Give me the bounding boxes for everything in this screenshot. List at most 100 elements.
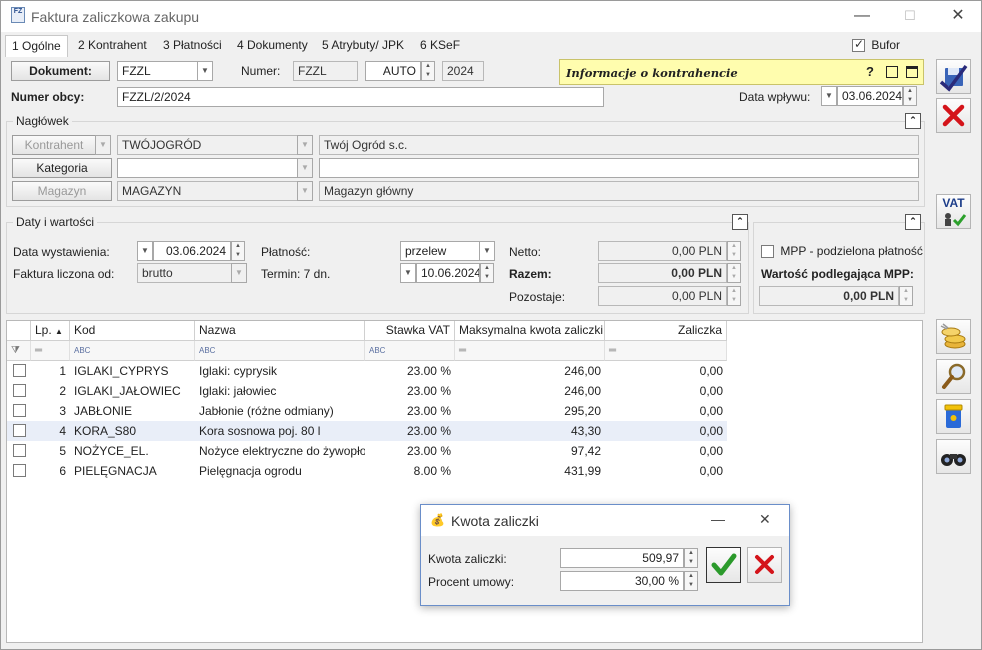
liczona-select[interactable]: brutto [137,263,233,283]
numer-spin-icon[interactable]: ▲ ▼ [421,61,435,81]
lp-header[interactable]: Lp. ▲ [31,321,70,341]
help-icon[interactable]: ? [866,64,874,79]
kategoria-chevron-icon[interactable]: ▼ [297,158,313,178]
nazwa-filter[interactable]: ABC [195,341,365,361]
platnosc-chevron-icon[interactable]: ▼ [479,241,495,261]
data-wplywu-dropdown-icon[interactable]: ▼ [821,86,837,106]
kwota-spin-icon[interactable]: ▲ ▼ [684,548,698,568]
dokument-button[interactable]: Dokument: [11,61,110,81]
row-checkbox[interactable] [13,404,26,417]
collapse-daty-icon[interactable]: ⌃ [732,214,748,230]
kod-filter[interactable]: ABC [70,341,195,361]
bufor-checkbox[interactable] [852,37,865,53]
kontrahent-chevron-icon[interactable]: ▼ [297,135,313,155]
procent-spin-icon[interactable]: ▲ ▼ [684,571,698,591]
table-row-selected[interactable]: 4 KORA_S80 Kora sosnowa poj. 80 l 23.00 … [7,421,727,441]
numer-obcy-field[interactable]: FZZL/2/2024 [117,87,604,107]
maximize-button[interactable]: ☐ [895,5,925,27]
magazyn-code-field[interactable]: MAGAZYN [117,181,299,201]
document-type-select[interactable]: FZZL [117,61,199,81]
row-checkbox[interactable] [13,384,26,397]
mpp-checkbox[interactable] [761,245,774,259]
table-row[interactable]: 2 IGLAKI_JAŁOWIEC Iglaki: jałowiec 23.00… [7,381,727,401]
max-header[interactable]: Maksymalna kwota zaliczki [455,321,605,341]
cancel-button[interactable] [936,98,971,133]
cell-zaliczka: 0,00 [699,444,723,458]
preview-button[interactable] [936,359,971,394]
kategoria-desc-field[interactable] [319,158,919,178]
tab-ksef[interactable]: 6 KSeF [414,35,466,57]
collapse-naglowek-icon[interactable]: ⌃ [905,113,921,129]
kategoria-code-field[interactable] [117,158,299,178]
table-row[interactable]: 1 IGLAKI_CYPRYS Iglaki: cyprysik 23.00 %… [7,361,727,381]
dialog-close-button[interactable]: ✕ [759,511,771,528]
kontrahent-btn-chevron-icon[interactable]: ▼ [95,135,111,155]
table-row[interactable]: 5 NOŻYCE_EL. Nożyce elektryczne do żywop… [7,441,727,461]
vat-button[interactable]: VAT [936,194,971,229]
numer-auto-field[interactable]: AUTO [365,61,421,81]
filter-icon[interactable]: ⧩ [7,341,31,361]
tab-dokumenty[interactable]: 4 Dokumenty [231,35,314,57]
procent-field[interactable]: 30,00 % [560,571,684,591]
tab-kontrahent[interactable]: 2 Kontrahent [72,35,153,57]
platnosc-select[interactable]: przelew [400,241,480,261]
kategoria-button[interactable]: Kategoria [12,158,112,178]
data-wplywu-spin-icon[interactable]: ▲ ▼ [903,86,917,106]
table-row[interactable]: 3 JABŁONIE Jabłonie (różne odmiany) 23.0… [7,401,727,421]
magazyn-button[interactable]: Magazyn [12,181,112,201]
zaliczka-filter[interactable]: ═ [605,341,727,361]
pozostaje-spin-icon: ▲ ▼ [727,286,741,306]
dialog-minimize-button[interactable]: — [711,511,725,527]
mpp-wartosc-field: 0,00 PLN [759,286,899,306]
collapse-mpp-icon[interactable]: ⌃ [905,214,921,230]
cell-kod: IGLAKI_JAŁOWIEC [74,384,181,398]
coins-icon [940,323,966,349]
kontrahent-code-field[interactable]: TWÓJOGRÓD [117,135,299,155]
data-wplywu-field[interactable]: 03.06.2024 [837,86,903,106]
restore-icon[interactable] [886,66,898,78]
tab-ogolne[interactable]: 1 Ogólne [5,35,68,57]
termin-spin-icon[interactable]: ▲ ▼ [480,263,494,283]
row-checkbox[interactable] [13,444,26,457]
delete-button[interactable] [936,399,971,434]
termin-dropdown-icon[interactable]: ▼ [400,263,416,283]
bufor-checkbox-wrap[interactable]: Bufor [852,37,900,53]
data-wyst-field[interactable]: 03.06.2024 [153,241,231,261]
maximize-icon[interactable] [906,66,918,78]
stawka-filter[interactable]: ABC [365,341,455,361]
termin-field[interactable]: 10.06.2024 [416,263,480,283]
mpp-checkbox-wrap[interactable]: MPP - podzielona płatność [761,244,923,259]
tab-atrybuty-jpk[interactable]: 5 Atrybuty/ JPK [316,35,410,57]
row-checkbox[interactable] [13,424,26,437]
save-button[interactable] [936,59,971,94]
max-filter[interactable]: ═ [455,341,605,361]
magazyn-chevron-icon[interactable]: ▼ [297,181,313,201]
close-button[interactable]: ✕ [943,5,973,27]
data-wyst-label: Data wystawienia: [13,245,110,259]
info-kontrahent-panel[interactable]: Informacje o kontrahencie ? [559,59,924,85]
kwota-field[interactable]: 509,97 [560,548,684,568]
data-wyst-dropdown-icon[interactable]: ▼ [137,241,153,261]
magazyn-name-field: Magazyn główny [319,181,919,201]
chevron-down-icon[interactable]: ▼ [197,61,213,81]
row-checkbox[interactable] [13,464,26,477]
nazwa-header[interactable]: Nazwa [195,321,365,341]
stawka-header[interactable]: Stawka VAT [365,321,455,341]
data-wyst-spin-icon[interactable]: ▲ ▼ [231,241,245,261]
advance-coins-button[interactable] [936,319,971,354]
row-checkbox[interactable] [13,364,26,377]
minimize-button[interactable]: — [847,5,877,27]
zaliczka-header[interactable]: Zaliczka [605,321,727,341]
lp-filter[interactable]: ═ [31,341,70,361]
mpp-spin-icon: ▲ ▼ [899,286,913,306]
cell-max: 246,00 [564,384,601,398]
kod-header[interactable]: Kod [70,321,195,341]
dialog-cancel-button[interactable] [747,547,782,583]
search-button[interactable] [936,439,971,474]
dialog-confirm-button[interactable] [706,547,741,583]
table-row[interactable]: 6 PIELĘGNACJA Pielęgnacja ogrodu 8.00 % … [7,461,727,481]
liczona-chevron-icon[interactable]: ▼ [231,263,247,283]
kontrahent-button[interactable]: Kontrahent [12,135,96,155]
app-icon: FZ [11,7,25,23]
tab-platnosci[interactable]: 3 Płatności [157,35,228,57]
